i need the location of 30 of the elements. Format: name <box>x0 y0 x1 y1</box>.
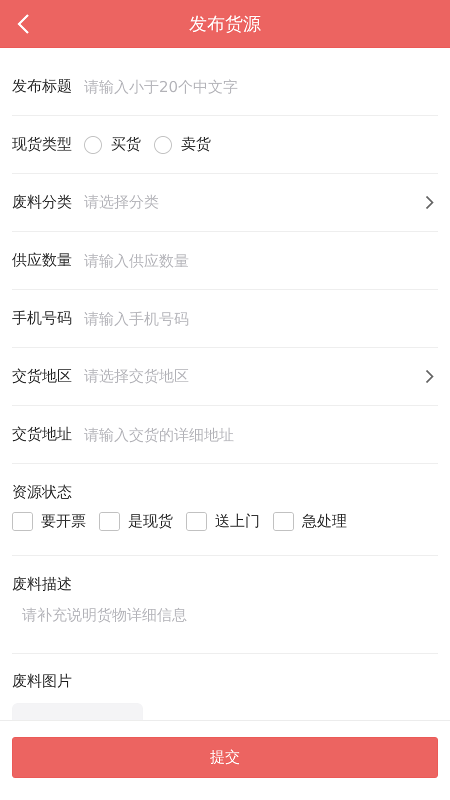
field-label: 发布标题 <box>12 77 72 96</box>
section-label: 资源状态 <box>12 483 72 502</box>
field-label: 供应数量 <box>12 251 72 270</box>
field-label: 手机号码 <box>12 309 72 328</box>
checkbox[interactable] <box>186 512 207 531</box>
input-field[interactable]: 请输入供应数量 <box>84 252 438 270</box>
input-field[interactable]: 请输入手机号码 <box>84 310 438 328</box>
radio-label[interactable]: 买货 <box>111 135 141 154</box>
checkbox[interactable] <box>12 512 33 531</box>
page-title: 发布货源 <box>189 13 261 36</box>
checkbox-label[interactable]: 要开票 <box>41 512 86 531</box>
section-label: 废料描述 <box>12 575 72 594</box>
radio-label[interactable]: 卖货 <box>181 135 211 154</box>
checkbox-label[interactable]: 急处理 <box>302 512 347 531</box>
field-label: 交货地址 <box>12 425 72 444</box>
chevron-icon <box>425 195 434 210</box>
radio-button[interactable] <box>154 136 172 154</box>
field-label: 废料分类 <box>12 193 72 212</box>
checkbox-label[interactable]: 是现货 <box>128 512 173 531</box>
input-field[interactable]: 请输入交货的详细地址 <box>84 426 438 444</box>
description-field[interactable]: 请补充说明货物详细信息 <box>12 606 422 636</box>
radio-button[interactable] <box>84 136 102 154</box>
field-label: 现货类型 <box>12 135 72 154</box>
checkbox-label[interactable]: 送上门 <box>215 512 260 531</box>
checkbox[interactable] <box>99 512 120 531</box>
section-label: 废料图片 <box>12 672 72 691</box>
input-field[interactable]: 请输入小于20个中文字 <box>84 78 438 96</box>
chevron-icon <box>425 369 434 384</box>
field-label: 交货地区 <box>12 367 72 386</box>
checkbox[interactable] <box>273 512 294 531</box>
